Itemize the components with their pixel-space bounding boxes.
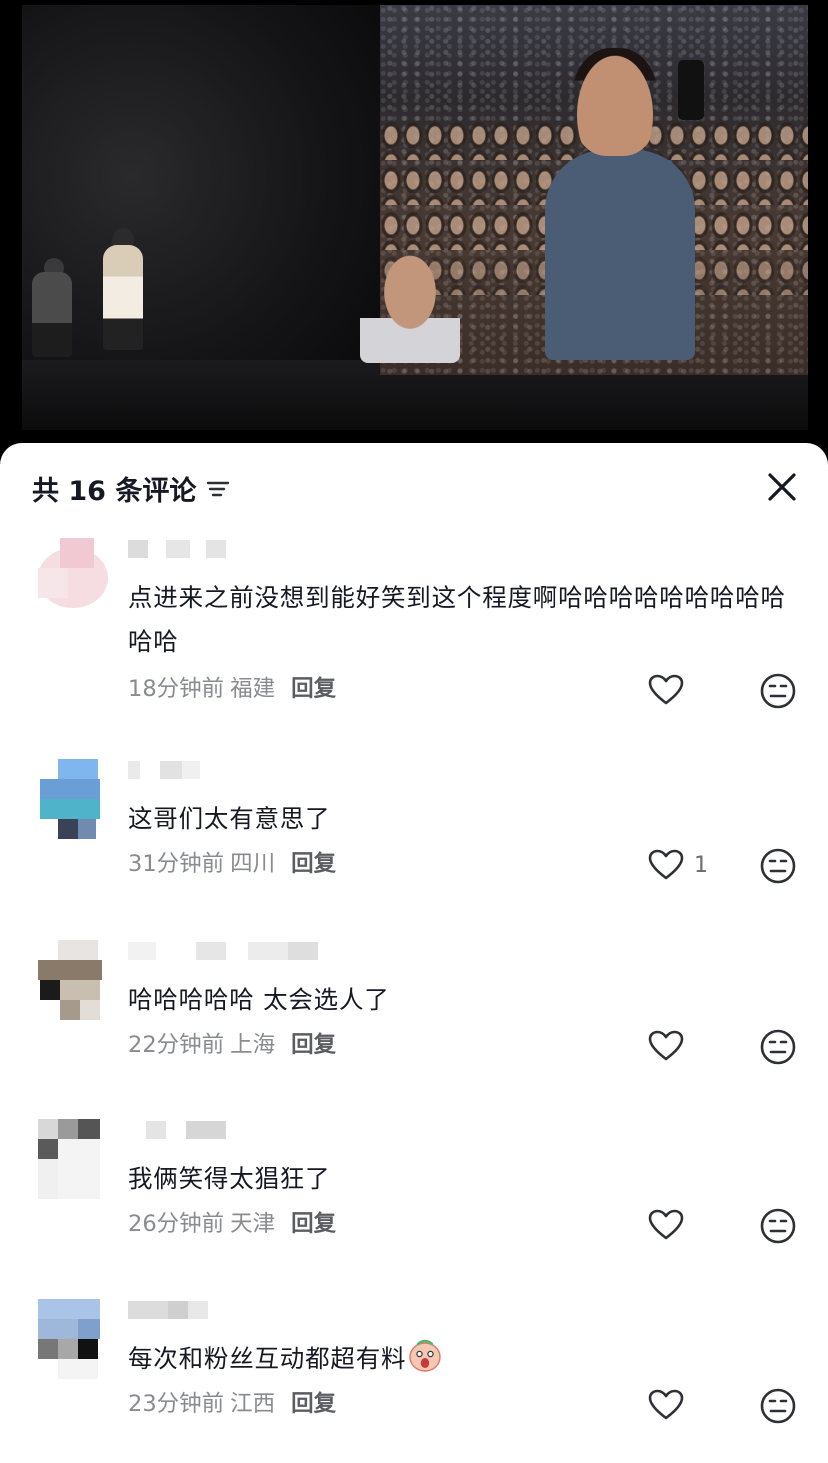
heart-outline-icon — [648, 1389, 684, 1420]
heart-outline-icon — [648, 1209, 684, 1240]
avatar[interactable] — [38, 940, 108, 1020]
avatar[interactable] — [38, 538, 108, 618]
reply-button[interactable]: 回复 — [291, 1027, 336, 1059]
comment-meta: 26分钟前 天津 回复 — [128, 1206, 336, 1238]
comment-time: 18分钟前 — [128, 676, 225, 702]
like-button[interactable] — [648, 1026, 718, 1066]
avatar[interactable] — [38, 1299, 108, 1379]
username-blurred[interactable] — [128, 761, 248, 781]
heart-outline-icon — [648, 674, 684, 705]
fan-phone — [678, 60, 704, 120]
comment-item: 我俩笑得太猖狂了 26分钟前 天津 回复 — [0, 1119, 828, 1295]
comment-meta: 23分钟前 江西 回复 — [128, 1386, 336, 1418]
video-player[interactable] — [0, 0, 828, 460]
comment-item: 这哥们太有意思了 31分钟前 四川 回复 1 — [0, 759, 828, 935]
comment-time: 31分钟前 — [128, 851, 225, 877]
comment-text-body: 每次和粉丝互动都超有料 — [128, 1344, 407, 1373]
comments-sheet: 共 16 条评论 点进来之前没想到能好笑到这个程度啊哈哈哈哈哈哈哈哈哈哈哈 18… — [0, 443, 828, 1463]
neutral-face-icon[interactable] — [758, 846, 798, 886]
comment-meta: 22分钟前 上海 回复 — [128, 1027, 336, 1059]
comment-location: 四川 — [230, 851, 276, 877]
avatar[interactable] — [38, 759, 108, 839]
username-blurred[interactable] — [128, 1301, 248, 1321]
comment-meta: 31分钟前 四川 回复 — [128, 846, 336, 878]
like-button[interactable] — [648, 670, 718, 710]
shocked-face-emoji-icon — [409, 1339, 442, 1372]
reply-button[interactable]: 回复 — [291, 1386, 336, 1418]
like-button[interactable]: 1 — [648, 845, 718, 885]
comments-count-title[interactable]: 共 16 条评论 — [32, 469, 230, 508]
comment-text: 我俩笑得太猖狂了 — [128, 1164, 331, 1193]
audience-member — [360, 245, 460, 363]
username-blurred[interactable] — [128, 942, 338, 962]
like-button[interactable] — [648, 1205, 718, 1245]
singer-figure — [103, 245, 143, 350]
like-button[interactable] — [648, 1385, 718, 1425]
neutral-face-icon[interactable] — [758, 1206, 798, 1246]
comment-time: 23分钟前 — [128, 1391, 225, 1417]
close-icon[interactable] — [762, 467, 802, 507]
comment-time: 22分钟前 — [128, 1032, 225, 1058]
comment-item: 点进来之前没想到能好笑到这个程度啊哈哈哈哈哈哈哈哈哈哈哈 18分钟前 福建 回复 — [0, 538, 828, 714]
comment-location: 江西 — [230, 1391, 276, 1417]
comment-location: 上海 — [230, 1032, 276, 1058]
comments-header: 共 16 条评论 — [0, 443, 828, 531]
neutral-face-icon[interactable] — [758, 1027, 798, 1067]
heart-outline-icon — [648, 849, 684, 880]
comment-meta: 18分钟前 福建 回复 — [128, 671, 336, 703]
fan-figure — [545, 150, 695, 360]
guitarist-figure — [32, 272, 72, 357]
comment-text: 点进来之前没想到能好笑到这个程度啊哈哈哈哈哈哈哈哈哈哈哈 — [128, 583, 786, 656]
avatar[interactable] — [38, 1119, 108, 1199]
heart-outline-icon — [648, 1030, 684, 1061]
comment-time: 26分钟前 — [128, 1211, 225, 1237]
comment-text: 这哥们太有意思了 — [128, 804, 331, 833]
username-blurred[interactable] — [128, 540, 248, 560]
comment-location: 福建 — [230, 676, 276, 702]
neutral-face-icon[interactable] — [758, 671, 798, 711]
reply-button[interactable]: 回复 — [291, 671, 336, 703]
fan-face — [572, 48, 658, 156]
like-count: 1 — [694, 852, 708, 878]
comment-text: 哈哈哈哈哈 太会选人了 — [128, 985, 390, 1014]
comment-text: 每次和粉丝互动都超有料 — [128, 1337, 800, 1381]
neutral-face-icon[interactable] — [758, 1386, 798, 1426]
username-blurred[interactable] — [128, 1121, 248, 1141]
comment-item: 哈哈哈哈哈 太会选人了 22分钟前 上海 回复 — [0, 940, 828, 1116]
reply-button[interactable]: 回复 — [291, 1206, 336, 1238]
sort-lines-icon[interactable] — [206, 479, 230, 499]
comment-location: 天津 — [230, 1211, 276, 1237]
comment-item: 每次和粉丝互动都超有料 23分钟前 江西 回复 — [0, 1299, 828, 1463]
comments-title-text: 共 16 条评论 — [32, 476, 197, 507]
reply-button[interactable]: 回复 — [291, 846, 336, 878]
